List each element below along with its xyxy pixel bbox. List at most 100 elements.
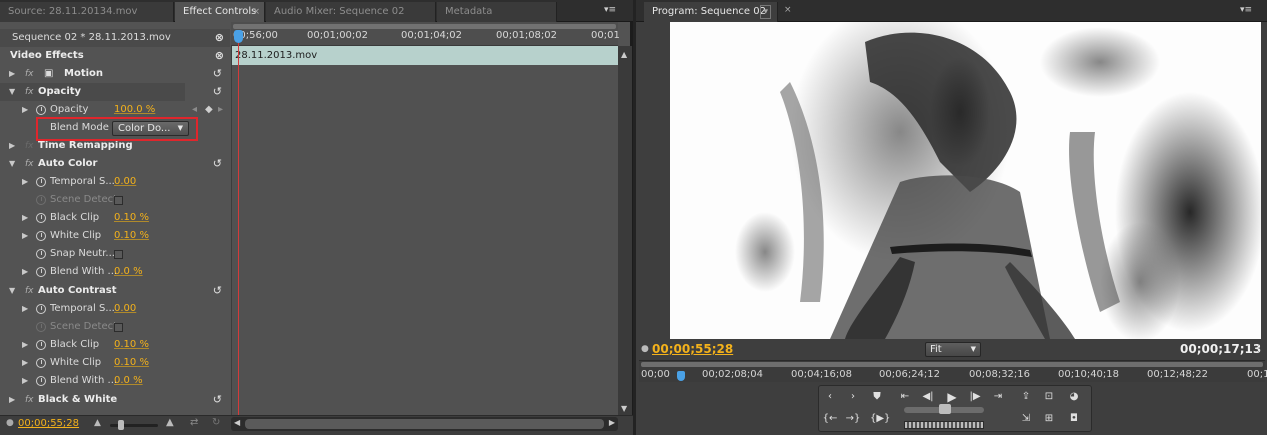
- playhead-line[interactable]: [238, 33, 239, 415]
- param-value[interactable]: 0.10 %: [114, 354, 149, 372]
- stopwatch-icon[interactable]: [36, 213, 46, 223]
- param-row-black-clip[interactable]: ▶ Black Clip 0.10 %: [0, 336, 230, 354]
- effect-row-black-and-white[interactable]: ▶ fx Black & White ↺: [0, 391, 230, 409]
- param-value[interactable]: 0.10 %: [114, 227, 149, 245]
- output-icon[interactable]: ◕: [1066, 391, 1082, 402]
- param-value[interactable]: 0.0 %: [114, 372, 143, 390]
- scroll-down-icon[interactable]: ▼: [621, 404, 627, 413]
- settings-icon[interactable]: ⋮: [1254, 344, 1263, 354]
- go-to-in-icon[interactable]: ⇤: [897, 391, 913, 402]
- param-value[interactable]: 0.0 %: [114, 263, 143, 281]
- step-forward-icon[interactable]: |▶: [967, 391, 983, 402]
- scrollbar-thumb[interactable]: [245, 419, 604, 429]
- expand-triangle-icon[interactable]: ▶: [22, 372, 28, 390]
- collapse-triangle-icon[interactable]: ▼: [9, 83, 15, 101]
- collapse-icon[interactable]: ⊗: [215, 47, 224, 65]
- expand-triangle-icon[interactable]: ▶: [22, 300, 28, 318]
- vertical-scrollbar[interactable]: ▲ ▼: [618, 46, 632, 415]
- expand-triangle-icon[interactable]: ▶: [22, 209, 28, 227]
- zoom-in-icon[interactable]: ▲: [166, 417, 174, 428]
- expand-triangle-icon[interactable]: ▶: [22, 336, 28, 354]
- trim-monitor-icon[interactable]: ⊞: [1041, 413, 1057, 424]
- effect-row-opacity[interactable]: ▼ fx Opacity ↺: [0, 83, 230, 101]
- go-to-out-icon[interactable]: ⇥: [990, 391, 1006, 402]
- expand-triangle-icon[interactable]: ▶: [9, 65, 15, 83]
- stopwatch-icon[interactable]: [36, 340, 46, 350]
- play-in-to-out-icon[interactable]: {▶}: [870, 413, 890, 424]
- effect-timeline[interactable]: [231, 22, 618, 415]
- collapse-triangle-icon[interactable]: ▼: [9, 155, 15, 173]
- horizontal-scrollbar[interactable]: ◀ ▶: [231, 417, 618, 431]
- filter-icon[interactable]: ⇄: [190, 417, 198, 428]
- fx-icon[interactable]: fx: [25, 83, 34, 101]
- param-row-temporal-smoothing[interactable]: ▶ Temporal S... 0.00: [0, 300, 230, 318]
- playhead-handle[interactable]: [234, 30, 243, 43]
- close-icon[interactable]: ×: [252, 2, 260, 22]
- lift-icon[interactable]: ⇪: [1018, 391, 1034, 402]
- param-row-blend-with-original[interactable]: ▶ Blend With ... 0.0 %: [0, 372, 230, 390]
- panel-menu-icon[interactable]: ▾≡: [604, 5, 616, 15]
- step-back-icon[interactable]: ◀|: [920, 391, 936, 402]
- expand-triangle-icon[interactable]: ▶: [22, 101, 28, 119]
- go-to-previous-edit-icon[interactable]: {←: [822, 413, 838, 424]
- param-row-white-clip[interactable]: ▶ White Clip 0.10 %: [0, 227, 230, 245]
- shuttle-handle[interactable]: [939, 404, 951, 414]
- snap-neutral-checkbox[interactable]: [114, 250, 123, 259]
- clip-bar[interactable]: 28.11.2013.mov: [232, 46, 618, 65]
- param-row-white-clip[interactable]: ▶ White Clip 0.10 %: [0, 354, 230, 372]
- fx-icon[interactable]: fx: [25, 155, 34, 173]
- fx-icon[interactable]: fx: [25, 282, 34, 300]
- tab-effect-controls[interactable]: Effect Controls ×: [175, 2, 265, 22]
- param-value[interactable]: 0.10 %: [114, 209, 149, 227]
- scene-detect-checkbox[interactable]: [114, 196, 123, 205]
- param-value[interactable]: 0.00: [114, 173, 136, 191]
- fx-icon[interactable]: fx: [25, 65, 34, 83]
- scroll-right-icon[interactable]: ▶: [609, 418, 615, 427]
- reset-icon[interactable]: ↺: [213, 391, 222, 409]
- program-video-frame[interactable]: [670, 22, 1261, 339]
- scene-detect-checkbox[interactable]: [114, 323, 123, 332]
- param-value[interactable]: 0.00: [114, 300, 136, 318]
- reset-icon[interactable]: ↺: [213, 83, 222, 101]
- collapse-triangle-icon[interactable]: ▼: [9, 282, 15, 300]
- expand-triangle-icon[interactable]: ▶: [9, 137, 15, 155]
- export-frame-icon[interactable]: ◘: [1066, 413, 1082, 424]
- panel-menu-icon[interactable]: ▾≡: [1240, 5, 1252, 15]
- effect-row-motion[interactable]: ▶ fx ▣ Motion ↺: [0, 65, 230, 83]
- param-row-black-clip[interactable]: ▶ Black Clip 0.10 %: [0, 209, 230, 227]
- effect-row-auto-color[interactable]: ▼ fx Auto Color ↺: [0, 155, 230, 173]
- zoom-bar[interactable]: [233, 24, 616, 29]
- tab-metadata[interactable]: Metadata: [437, 2, 557, 22]
- program-time-ruler[interactable]: 00;00 00;02;08;04 00;04;16;08 00;06;24;1…: [639, 360, 1267, 382]
- marker-icon[interactable]: ⛊: [869, 391, 885, 402]
- param-row-blend-with-original[interactable]: ▶ Blend With ... 0.0 %: [0, 263, 230, 281]
- stopwatch-icon[interactable]: [36, 231, 46, 241]
- jog-wheel[interactable]: [904, 421, 984, 429]
- expand-triangle-icon[interactable]: ▶: [22, 263, 28, 281]
- tab-source[interactable]: Source: 28.11.20134.mov: [0, 2, 174, 22]
- expand-triangle-icon[interactable]: ▶: [9, 391, 15, 409]
- expand-triangle-icon[interactable]: ▶: [22, 173, 28, 191]
- chevron-down-icon[interactable]: ▾: [760, 5, 771, 19]
- tab-program[interactable]: Program: Sequence 02 ▾: [644, 2, 778, 22]
- param-value[interactable]: 0.10 %: [114, 336, 149, 354]
- stopwatch-icon[interactable]: [36, 304, 46, 314]
- safe-margins-icon[interactable]: ⊡: [1041, 391, 1057, 402]
- stopwatch-icon[interactable]: [36, 105, 46, 115]
- expand-triangle-icon[interactable]: ▶: [22, 354, 28, 372]
- program-current-timecode[interactable]: 00;00;55;28: [652, 342, 733, 356]
- reset-icon[interactable]: ↺: [213, 155, 222, 173]
- zoom-slider-handle[interactable]: [118, 420, 124, 430]
- go-to-next-edit-icon[interactable]: →}: [845, 413, 861, 424]
- program-playhead-handle[interactable]: [677, 371, 685, 381]
- scroll-up-icon[interactable]: ▲: [621, 50, 627, 59]
- fx-icon[interactable]: fx: [25, 391, 34, 409]
- tab-audio-mixer[interactable]: Audio Mixer: Sequence 02: [266, 2, 436, 22]
- scroll-left-icon[interactable]: ◀: [234, 418, 240, 427]
- mark-in-icon[interactable]: ‹: [822, 391, 838, 402]
- reset-icon[interactable]: ↺: [213, 65, 222, 83]
- param-row-temporal-smoothing[interactable]: ▶ Temporal S... 0.00: [0, 173, 230, 191]
- next-keyframe-icon[interactable]: ▸: [218, 101, 223, 119]
- program-zoom-bar[interactable]: [641, 362, 1263, 367]
- mark-out-icon[interactable]: ›: [845, 391, 861, 402]
